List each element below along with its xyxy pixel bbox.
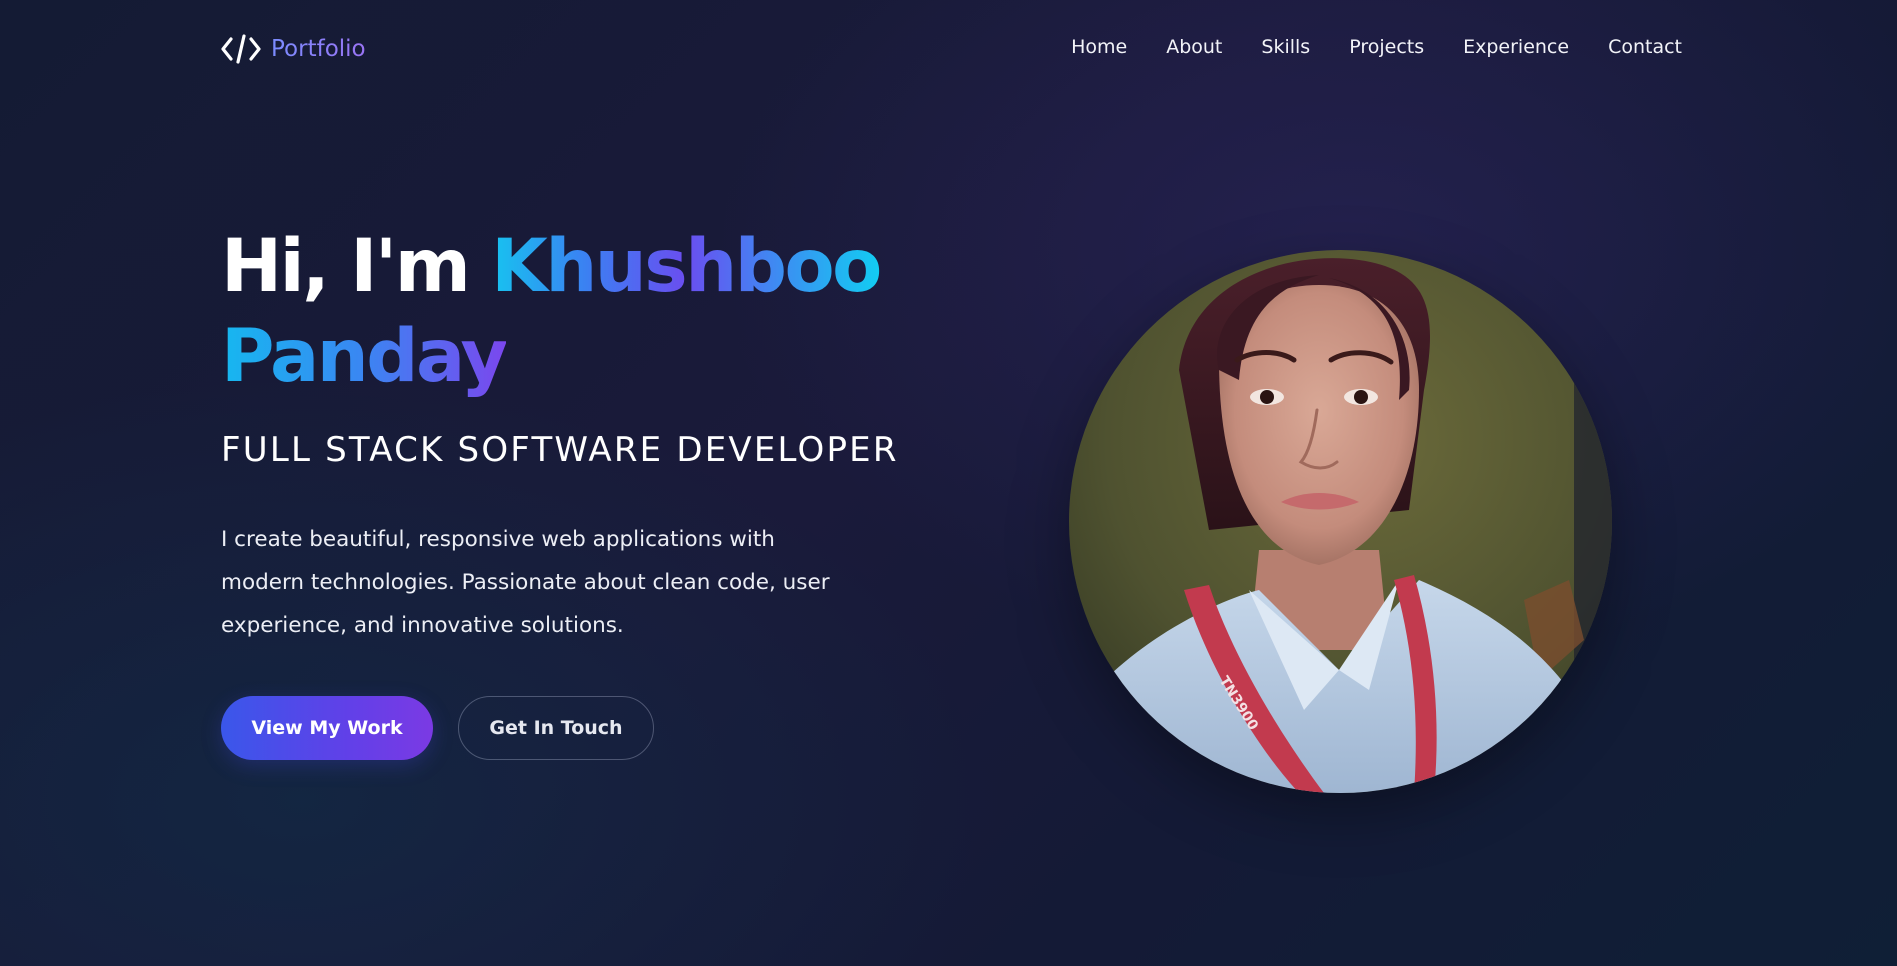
navbar: Portfolio Home About Skills Projects Exp…: [0, 0, 1897, 100]
nav-link-about[interactable]: About: [1166, 36, 1222, 58]
view-my-work-button[interactable]: View My Work: [221, 696, 433, 760]
code-brackets-icon: [221, 34, 261, 64]
hero-description: I create beautiful, responsive web appli…: [221, 527, 830, 638]
nav-link-contact[interactable]: Contact: [1608, 36, 1682, 58]
get-in-touch-button[interactable]: Get In Touch: [458, 696, 654, 760]
brand-logo-link[interactable]: Portfolio: [221, 33, 366, 65]
nav-link-projects[interactable]: Projects: [1349, 36, 1424, 58]
hero-name-first: Khushboo: [491, 224, 882, 309]
nav-link-experience[interactable]: Experience: [1463, 36, 1569, 58]
hero-greeting: Hi, I'm: [221, 224, 492, 309]
hero-heading: Hi, I'm Khushboo Panday: [221, 222, 941, 402]
nav-menu: Home About Skills Projects Experience Co…: [1071, 36, 1682, 58]
nav-link-home[interactable]: Home: [1071, 36, 1127, 58]
hero-subtitle: FULL STACK SOFTWARE DEVELOPER: [221, 430, 899, 470]
profile-photo-illustration: TN3900: [1069, 250, 1612, 793]
hero-name-last: Panday: [221, 314, 508, 399]
nav-link-skills[interactable]: Skills: [1261, 36, 1310, 58]
profile-photo: TN3900: [1069, 250, 1612, 793]
brand-label: Portfolio: [271, 36, 366, 62]
